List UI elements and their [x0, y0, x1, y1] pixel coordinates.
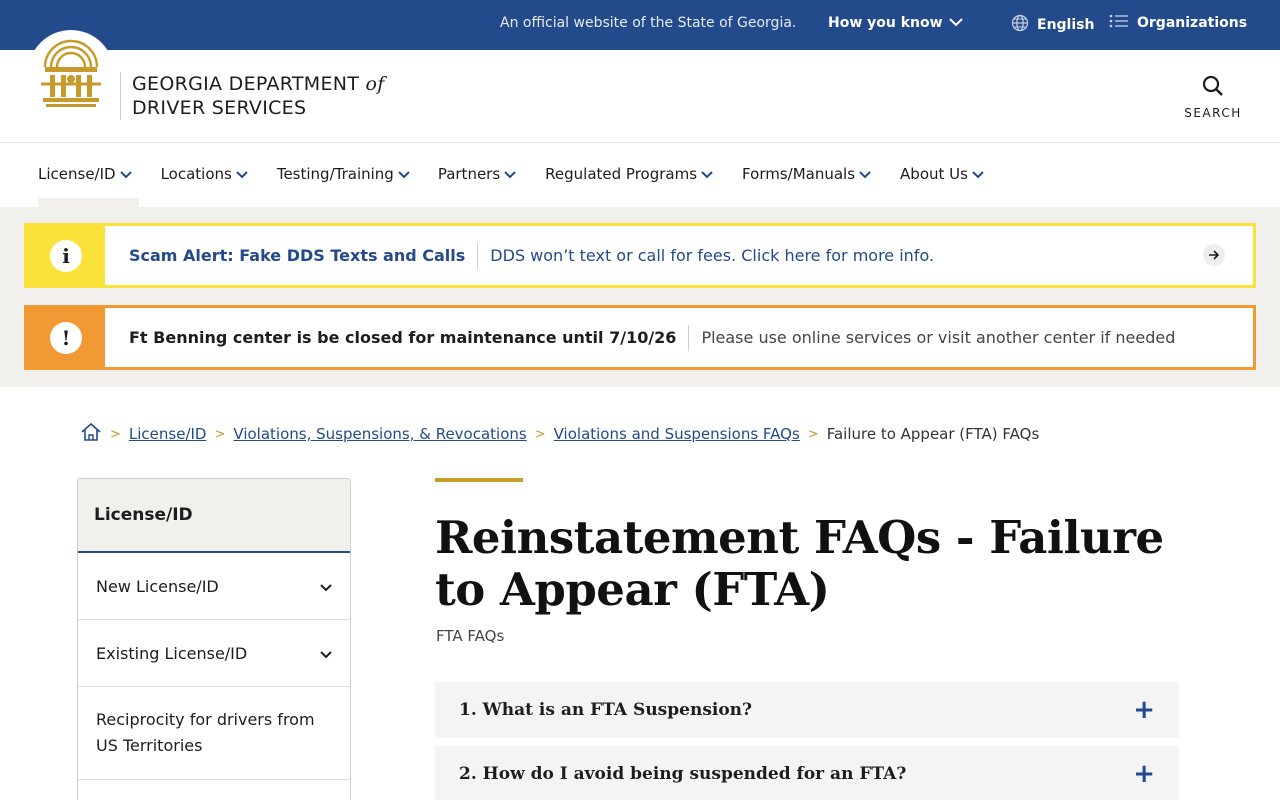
accordion-item[interactable]: 2. How do I avoid being suspended for an… [435, 746, 1179, 800]
page-title: Reinstatement FAQs - Failure to Appear (… [435, 511, 1164, 616]
sidebar-item-label: New License/ID [96, 576, 219, 596]
breadcrumb-current: Failure to Appear (FTA) FAQs [826, 425, 1040, 443]
nav-label: Testing/Training [276, 165, 394, 183]
alert-message: Please use online services or visit anot… [701, 328, 1176, 347]
nav-label: Partners [437, 165, 501, 183]
chevron-down-icon [119, 165, 132, 183]
section-sidebar: License/ID New License/ID Existing Licen… [77, 478, 351, 800]
search-icon [1201, 75, 1225, 102]
breadcrumb-link-violations[interactable]: Violations, Suspensions, & Revocations [233, 425, 526, 443]
how-you-know-toggle[interactable]: How you know [828, 15, 963, 31]
alert-message: DDS won’t text or call for fees. Click h… [490, 246, 935, 265]
list-icon [1109, 14, 1129, 32]
language-selector[interactable]: English [1011, 14, 1094, 36]
chevron-right-icon: > [110, 426, 121, 442]
warning-icon: ! [50, 321, 82, 354]
site-header: GEORGIA DEPARTMENT of DRIVER SERVICES SE… [0, 30, 1280, 143]
organizations-label: Organizations [1137, 15, 1248, 31]
nav-item-forms-manuals[interactable]: Forms/Manuals [742, 165, 871, 183]
alerts-region: i Scam Alert: Fake DDS Texts and Calls D… [0, 207, 1280, 387]
nav-label: License/ID [38, 165, 116, 183]
chevron-down-icon[interactable] [320, 644, 332, 663]
arrow-right-icon[interactable] [1203, 244, 1225, 266]
agency-line1: GEORGIA DEPARTMENT [132, 73, 360, 95]
title-accent-line [435, 478, 523, 482]
nav-item-license-id[interactable]: License/ID [38, 165, 132, 183]
info-icon: i [50, 239, 82, 272]
nav-item-testing-training[interactable]: Testing/Training [277, 165, 410, 183]
nav-active-indicator [38, 198, 139, 207]
nav-label: Regulated Programs [545, 165, 698, 183]
chevron-down-icon [504, 165, 516, 183]
accordion-question: 1. What is an FTA Suspension? [459, 700, 753, 720]
nav-label: About Us [900, 165, 968, 183]
nav-item-partners[interactable]: Partners [438, 165, 516, 183]
chevron-down-icon [972, 165, 984, 183]
chevron-right-icon: > [807, 426, 819, 442]
nav-item-about-us[interactable]: About Us [900, 165, 984, 183]
nav-item-locations[interactable]: Locations [161, 165, 248, 183]
plus-icon[interactable]: + [1133, 761, 1155, 787]
nav-label: Forms/Manuals [742, 165, 856, 183]
sidebar-item-reciprocity[interactable]: Reciprocity for drivers from US Territor… [78, 687, 350, 780]
alert-icon-box: i [27, 226, 105, 285]
scam-alert-banner[interactable]: i Scam Alert: Fake DDS Texts and Calls D… [24, 223, 1256, 288]
globe-icon [1011, 14, 1029, 36]
alert-icon-box: ! [27, 308, 105, 367]
language-label: English [1037, 17, 1095, 33]
breadcrumb: > License/ID > Violations, Suspensions, … [80, 421, 1039, 447]
plus-icon[interactable]: + [1133, 697, 1155, 723]
accordion-item[interactable]: 1. What is an FTA Suspension? + [435, 682, 1179, 738]
closure-alert-banner: ! Ft Benning center is be closed for mai… [24, 305, 1256, 370]
chevron-down-icon [701, 165, 713, 183]
how-you-know-label: How you know [828, 15, 943, 31]
agency-line2: DRIVER SERVICES [132, 97, 307, 119]
page-subtitle: FTA FAQs [436, 627, 505, 645]
alert-title: Ft Benning center is be closed for maint… [129, 324, 690, 351]
official-site-text: An official website of the State of Geor… [500, 15, 797, 31]
alert-title: Scam Alert: Fake DDS Texts and Calls [129, 242, 479, 269]
agency-name[interactable]: GEORGIA DEPARTMENT of DRIVER SERVICES [132, 72, 385, 120]
chevron-down-icon [398, 165, 410, 183]
nav-item-regulated-programs[interactable]: Regulated Programs [545, 165, 713, 183]
chevron-down-icon [948, 15, 963, 31]
search-button[interactable]: SEARCH [1178, 74, 1248, 120]
georgia-seal-logo[interactable] [28, 30, 114, 116]
header-divider [120, 72, 121, 120]
organizations-link[interactable]: Organizations [1109, 14, 1247, 32]
sidebar-item-new-license[interactable]: New License/ID [78, 553, 350, 620]
chevron-down-icon[interactable] [320, 577, 332, 596]
sidebar-item-existing-license[interactable]: Existing License/ID [78, 620, 350, 687]
official-banner: An official website of the State of Geor… [0, 0, 1280, 50]
sidebar-title[interactable]: License/ID [78, 479, 350, 553]
breadcrumb-link-license-id[interactable]: License/ID [129, 425, 207, 443]
search-label: SEARCH [1184, 106, 1242, 120]
chevron-down-icon [236, 165, 248, 183]
sidebar-item-label: Reciprocity for drivers from US Territor… [96, 710, 315, 755]
home-icon[interactable] [80, 421, 102, 447]
chevron-down-icon [859, 165, 871, 183]
sidebar-item-label: Existing License/ID [96, 643, 248, 663]
accordion-question: 2. How do I avoid being suspended for an… [459, 764, 907, 784]
breadcrumb-link-violations-faqs[interactable]: Violations and Suspensions FAQs [554, 425, 800, 443]
nav-label: Locations [160, 165, 232, 183]
chevron-right-icon: > [534, 426, 546, 442]
main-navigation: License/ID Locations Testing/Training Pa… [0, 143, 1280, 207]
chevron-right-icon: > [214, 426, 226, 442]
agency-of: of [365, 73, 385, 95]
